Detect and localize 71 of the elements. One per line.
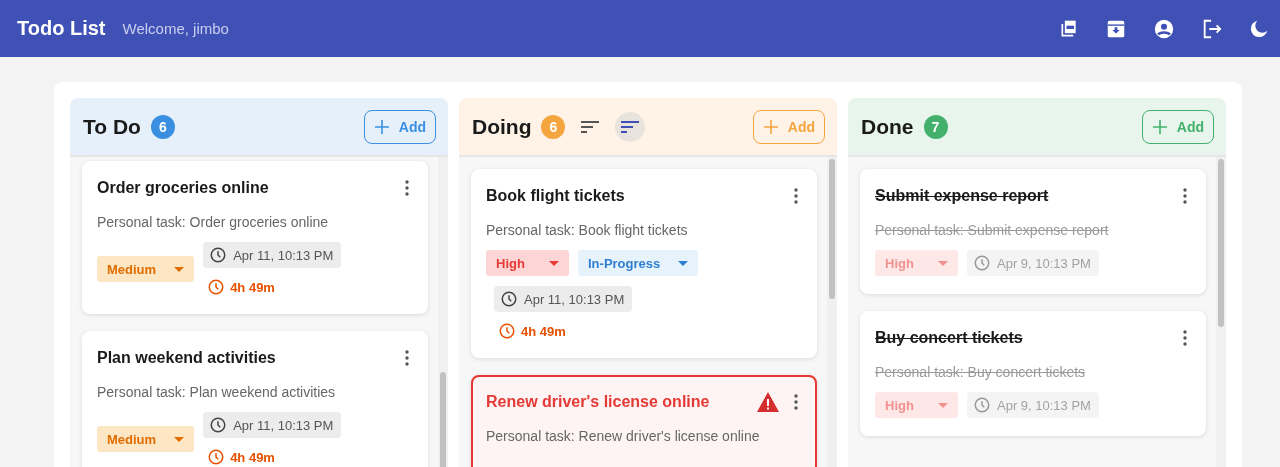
priority-dropdown[interactable]: Medium (97, 426, 195, 452)
scrollbar-thumb[interactable] (829, 159, 835, 299)
timer-icon (207, 448, 226, 466)
dark-mode-icon[interactable] (1249, 18, 1269, 39)
due-date: Apr 11, 10:13 PM (203, 412, 342, 438)
due-date: Apr 9, 10:13 PM (967, 392, 1099, 418)
priority-dropdown[interactable]: High (486, 250, 569, 276)
task-description: Personal task: Buy concert tickets (875, 364, 1087, 380)
more-vert-icon (794, 188, 798, 204)
column-title: Doing (472, 114, 532, 139)
task-title: Plan weekend activities (97, 349, 277, 367)
task-title: Buy concert tickets (875, 329, 1024, 347)
time-remaining: 4h 49m (203, 278, 275, 296)
task-title: Submit expense report (875, 187, 1050, 205)
caret-icon (938, 260, 948, 266)
task-title: Book flight tickets (486, 187, 626, 205)
due-date: Apr 11, 10:13 PM (203, 242, 342, 268)
scrollbar-thumb[interactable] (440, 372, 446, 467)
app-title: Todo List (17, 17, 106, 40)
task-title: Renew driver's license online (486, 393, 711, 411)
warning-icon (756, 391, 780, 413)
priority-dropdown[interactable]: High (875, 250, 958, 276)
count-badge: 6 (150, 114, 175, 139)
count-badge: 6 (541, 114, 566, 139)
due-date: Apr 11, 10:13 PM (494, 286, 633, 312)
plus-icon (374, 119, 389, 134)
logout-icon[interactable] (1201, 17, 1223, 40)
task-description: Personal task: Order groceries online (97, 214, 330, 230)
more-vert-icon (405, 180, 409, 196)
clock-icon (973, 254, 991, 272)
plus-icon (763, 119, 778, 134)
sort-button[interactable] (615, 111, 646, 142)
column-title: To Do (83, 114, 141, 139)
task-description: Personal task: Renew driver's license online (486, 428, 761, 444)
time-remaining: 4h 49m (494, 322, 566, 340)
sort-icon (581, 120, 600, 133)
account-icon[interactable] (1153, 17, 1175, 40)
time-remaining: 4h 49m (203, 448, 275, 466)
more-vert-icon (1183, 188, 1187, 204)
caret-icon (174, 436, 185, 442)
add-button[interactable]: Add (363, 109, 436, 144)
caret-icon (678, 260, 689, 266)
priority-dropdown[interactable]: Medium (97, 256, 195, 282)
clock-icon (500, 290, 518, 308)
priority-dropdown[interactable]: High (875, 392, 958, 418)
clock-icon (973, 396, 991, 414)
clock-icon (209, 416, 228, 434)
count-badge: 7 (923, 114, 948, 139)
caret-icon (549, 260, 559, 266)
task-description: Personal task: Book flight tickets (486, 222, 689, 238)
timer-icon (498, 322, 516, 340)
add-button[interactable]: Add (1141, 109, 1214, 144)
plus-icon (1152, 119, 1167, 134)
task-description: Personal task: Plan weekend activities (97, 384, 337, 400)
welcome-text: Welcome, jimbo (122, 20, 229, 37)
scrollbar-thumb[interactable] (1218, 159, 1224, 327)
sort-icon (621, 120, 640, 133)
status-dropdown[interactable]: In-Progress (578, 250, 699, 276)
task-title: Order groceries online (97, 179, 270, 197)
more-vert-icon (794, 394, 798, 410)
caret-icon (938, 402, 948, 408)
add-button[interactable]: Add (752, 109, 825, 144)
task-description: Personal task: Submit expense report (875, 222, 1110, 238)
column-title: Done (861, 114, 914, 139)
more-vert-icon (1183, 330, 1187, 346)
clock-icon (209, 246, 228, 264)
due-date: Apr 9, 10:13 PM (967, 250, 1099, 276)
more-vert-icon (405, 350, 409, 366)
caret-icon (174, 266, 185, 272)
pdf-icon[interactable] (1059, 18, 1079, 39)
timer-icon (207, 278, 226, 296)
